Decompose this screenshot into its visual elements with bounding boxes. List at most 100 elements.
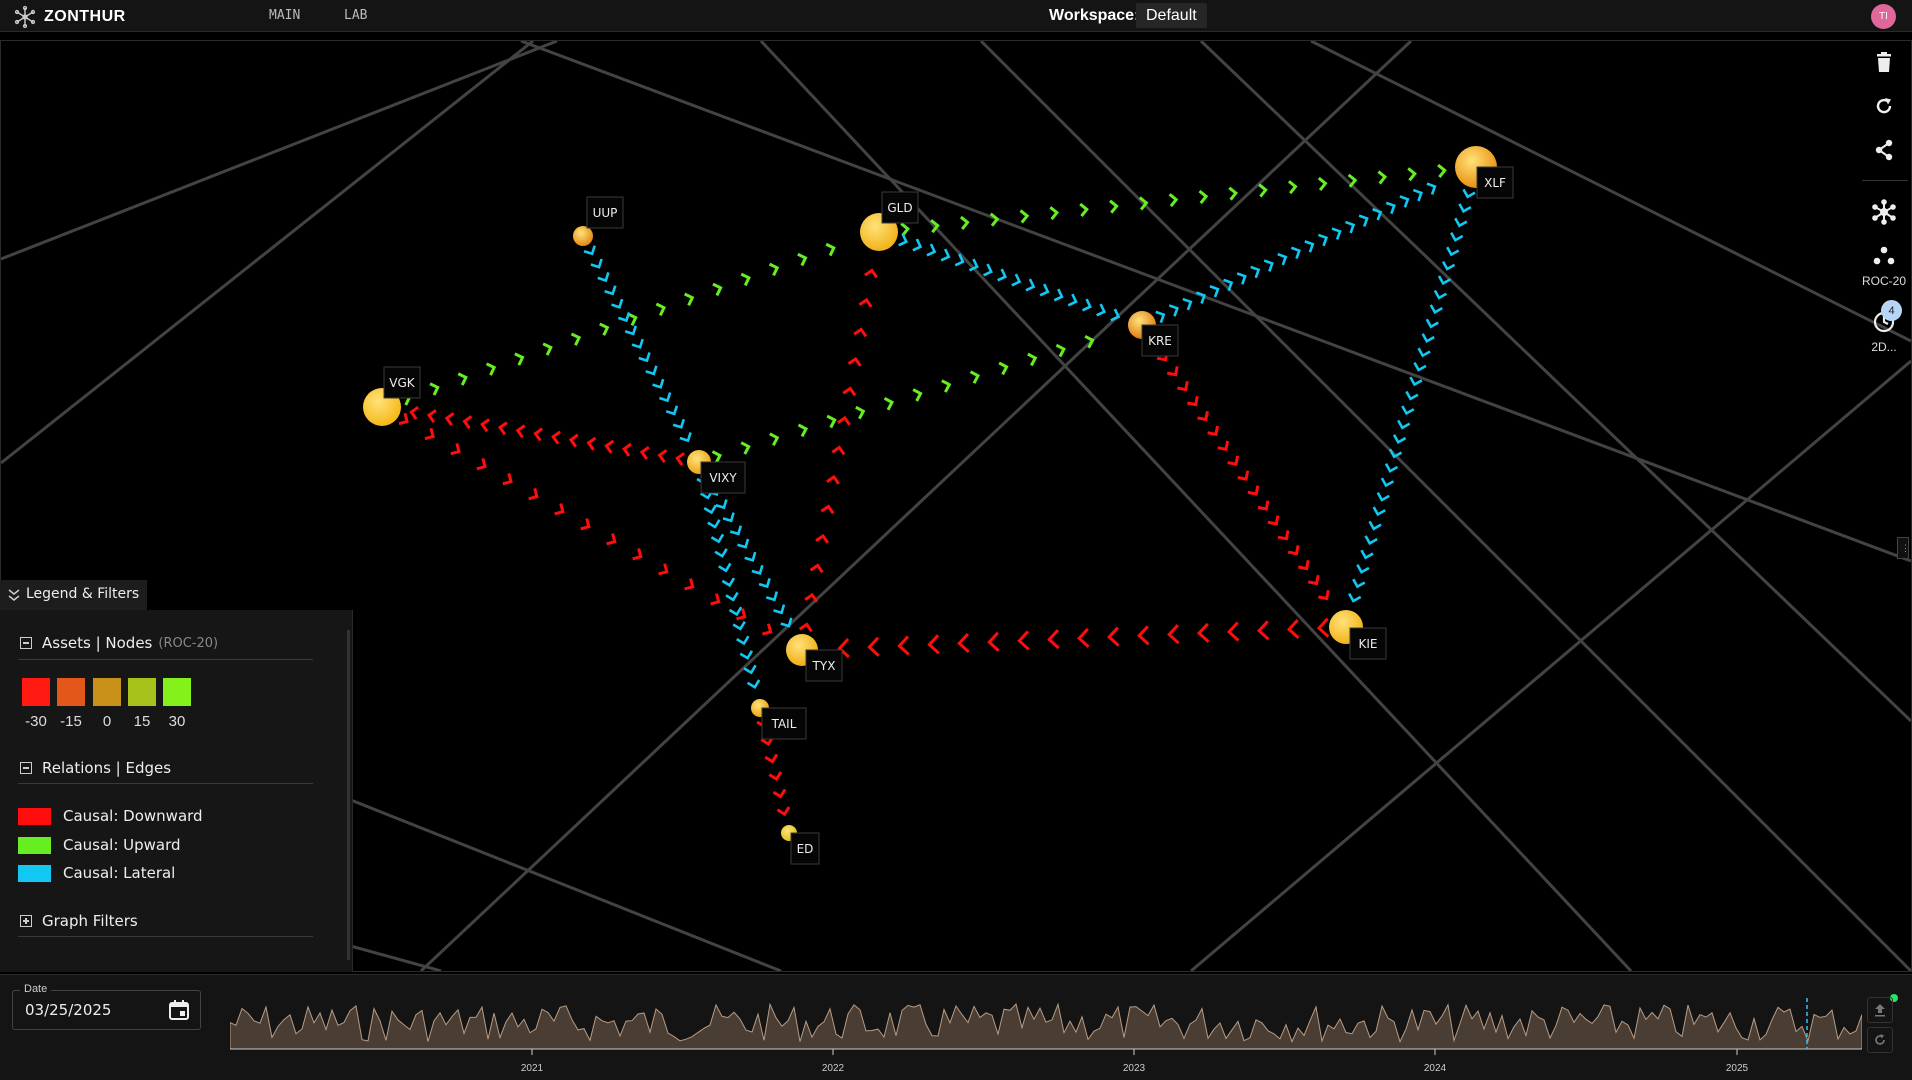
node-label: TYX — [812, 659, 836, 673]
calendar-icon[interactable] — [168, 999, 190, 1021]
edge-xlf-kie[interactable] — [1348, 188, 1476, 603]
node-uup[interactable]: UUP — [573, 196, 624, 246]
edge-chevron — [683, 292, 695, 307]
node-kre[interactable]: KRE — [1128, 311, 1179, 357]
edge-chevron — [1450, 232, 1464, 242]
grid-line — [419, 41, 1413, 971]
avatar[interactable]: TI — [1871, 4, 1896, 29]
brand-name: ZONTHUR — [44, 8, 126, 25]
edge-chevron — [1356, 564, 1370, 574]
grid-line — [1310, 41, 1911, 343]
edge-chevron — [645, 365, 658, 376]
nav-lab[interactable]: LAB — [344, 8, 367, 23]
relations-title: Relations | Edges — [42, 759, 172, 777]
date-label: Date — [20, 983, 52, 995]
node-ed[interactable]: ED — [781, 825, 820, 865]
edge-chevron — [497, 421, 508, 436]
downward-swatch — [18, 807, 51, 825]
grid-line — [1190, 359, 1911, 971]
edge-chevron — [1437, 163, 1447, 178]
edge-chevron — [1376, 491, 1390, 502]
timeline-export-button[interactable] — [1867, 997, 1893, 1023]
edge-chevron — [940, 248, 951, 262]
cluster-button[interactable] — [1866, 240, 1902, 272]
edge-vixy-kre[interactable] — [711, 335, 1095, 464]
share-button[interactable] — [1866, 134, 1902, 166]
edge-chevron — [1039, 283, 1050, 297]
scale-swatch — [93, 678, 121, 706]
graph-filters-header[interactable]: Graph Filters — [20, 912, 138, 930]
node-label: VIXY — [709, 471, 737, 485]
grid-line — [1199, 41, 1911, 723]
edge-chevron — [1049, 206, 1060, 221]
delete-button[interactable] — [1866, 46, 1902, 78]
refresh-button[interactable] — [1866, 90, 1902, 122]
edge-chevron — [1384, 463, 1399, 473]
edge-chevron — [969, 370, 981, 384]
section-divider — [18, 659, 313, 660]
edge-chevron — [711, 450, 723, 464]
edge-chevron — [657, 449, 668, 463]
edge-chevron — [867, 636, 880, 657]
edge-vgk-gld[interactable] — [401, 242, 836, 406]
edge-chevron — [398, 412, 409, 426]
section-divider — [18, 783, 313, 784]
edge-chevron — [1372, 506, 1386, 517]
edge-chevron — [842, 386, 857, 397]
edge-chevron — [1019, 209, 1030, 224]
timeline-reset-button[interactable] — [1867, 1027, 1893, 1053]
edge-vixy-tyx[interactable] — [701, 472, 794, 629]
edge-chevron — [997, 268, 1008, 282]
year-tick-label: 2023 — [1122, 1063, 1146, 1074]
edge-chevron — [514, 352, 525, 366]
edge-kie-tyx[interactable] — [837, 617, 1330, 659]
relations-section-header[interactable]: Relations | Edges — [20, 759, 171, 777]
edge-vixy-vgk[interactable] — [409, 405, 686, 466]
edge-chevron — [590, 258, 603, 269]
node-kie[interactable]: KIE — [1329, 610, 1387, 660]
timeline-chart[interactable] — [230, 990, 1862, 1068]
node-label: KRE — [1148, 334, 1172, 348]
app-logo[interactable]: ZONTHUR — [14, 6, 126, 28]
edge-chevron — [1182, 297, 1193, 311]
edge-chevron — [715, 499, 728, 510]
edge-chevron — [1187, 395, 1199, 407]
legend-scrollbar[interactable] — [347, 630, 350, 960]
workspace-select[interactable]: Default — [1136, 3, 1207, 28]
edge-chevron — [815, 533, 830, 544]
upward-swatch — [18, 836, 51, 854]
edge-uup-vixy[interactable] — [583, 245, 693, 444]
upload-icon — [1875, 1004, 1885, 1017]
edge-chevron — [957, 632, 970, 654]
node-vixy[interactable]: VIXY — [687, 450, 746, 494]
edge-vixy-tail[interactable] — [696, 475, 761, 689]
nav-main[interactable]: MAIN — [269, 8, 300, 23]
panel-resize-handle[interactable]: ⋮⋮ — [1897, 537, 1912, 559]
cluster-caption: ROC-20 — [1861, 274, 1906, 288]
edge-chevron — [424, 427, 435, 441]
node-circle[interactable] — [573, 226, 593, 246]
edge-chevron — [1317, 176, 1328, 191]
edge-chevron — [604, 285, 617, 296]
edge-chevron — [900, 222, 910, 237]
node-tyx[interactable]: TYX — [786, 634, 843, 682]
edge-chevron — [1263, 259, 1274, 272]
node-tail[interactable]: TAIL — [751, 699, 807, 740]
edge-chevron — [617, 312, 631, 323]
edge-chevron — [740, 441, 751, 455]
scale-label: 15 — [133, 713, 151, 730]
edge-kre-kie[interactable] — [1146, 336, 1332, 602]
assets-section-header[interactable]: Assets | Nodes (ROC-20) — [20, 634, 218, 652]
edge-kre-xlf[interactable] — [1155, 181, 1438, 324]
edge-chevron — [987, 631, 1000, 652]
node-gld[interactable]: GLD — [860, 191, 919, 251]
edge-gld-kre[interactable] — [898, 233, 1121, 322]
edge-chevron — [1277, 252, 1288, 266]
date-value[interactable]: 03/25/2025 — [25, 1001, 111, 1019]
legend-toggle-tab[interactable]: Legend & Filters — [0, 580, 148, 610]
edge-chevron — [772, 788, 787, 799]
edge-type-upward: Causal: Upward — [18, 836, 181, 854]
layout-button[interactable] — [1866, 196, 1902, 228]
node-vgk[interactable]: VGK — [363, 366, 421, 426]
edge-chevron — [631, 338, 644, 349]
